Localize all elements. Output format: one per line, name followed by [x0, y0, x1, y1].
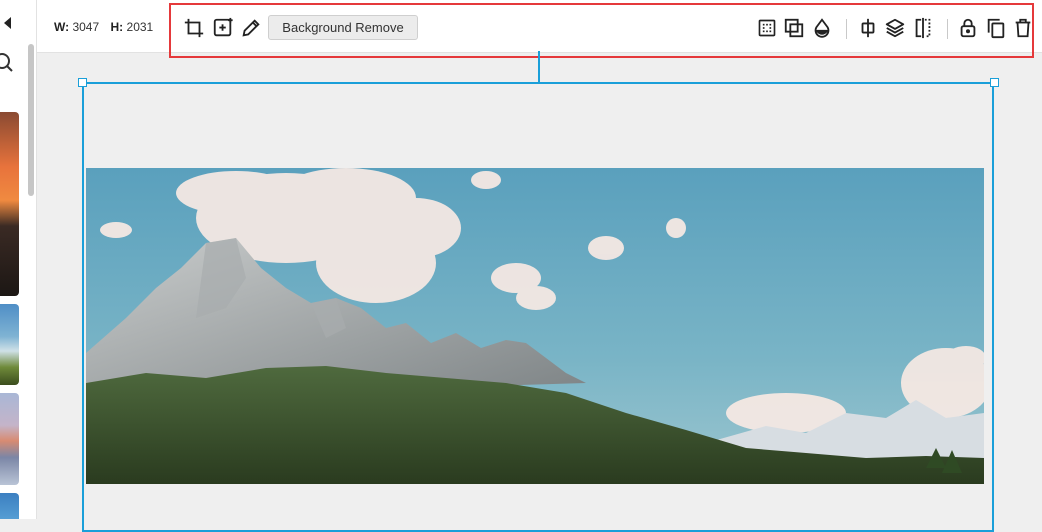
resize-handle-top-left[interactable]	[78, 78, 87, 87]
resize-handle-top-right[interactable]	[990, 78, 999, 87]
lock-icon[interactable]	[957, 17, 979, 39]
overlap-icon[interactable]	[783, 17, 805, 39]
caret-left-icon[interactable]	[4, 17, 11, 29]
image-toolbar: Background Remove	[169, 3, 1034, 58]
crop-icon[interactable]	[183, 17, 205, 39]
drop-icon[interactable]	[811, 17, 833, 39]
transparency-grid-icon[interactable]	[757, 18, 777, 38]
add-image-icon[interactable]	[212, 17, 234, 39]
duplicate-icon[interactable]	[985, 17, 1007, 39]
width-label: W:	[54, 20, 70, 34]
toolbar-divider	[846, 19, 847, 39]
landscape-photo-thumbnail[interactable]	[0, 304, 19, 385]
background-remove-button[interactable]: Background Remove	[268, 15, 418, 40]
pencil-icon[interactable]	[240, 17, 262, 39]
search-icon[interactable]	[0, 51, 16, 80]
rotate-handle-line	[538, 51, 540, 82]
height-value: 2031	[126, 20, 154, 34]
flip-icon[interactable]	[912, 17, 934, 39]
mountain-landscape-photo[interactable]	[86, 168, 984, 484]
image-dimensions: W: 3047 H: 2031	[54, 20, 153, 34]
left-sidebar	[0, 0, 37, 519]
align-center-icon[interactable]	[857, 17, 879, 39]
height-label: H:	[110, 20, 124, 34]
sidebar-scrollbar[interactable]	[28, 44, 34, 196]
layers-icon[interactable]	[884, 17, 906, 39]
mountain-lake-photo-thumbnail[interactable]	[0, 393, 19, 485]
toolbar-divider	[947, 19, 948, 39]
top-bar: W: 3047 H: 2031 Background Remove	[37, 0, 1042, 58]
width-value: 3047	[72, 20, 100, 34]
sunset-photo-thumbnail[interactable]	[0, 112, 19, 296]
delete-icon[interactable]	[1012, 17, 1034, 39]
sky-photo-thumbnail[interactable]	[0, 493, 19, 519]
